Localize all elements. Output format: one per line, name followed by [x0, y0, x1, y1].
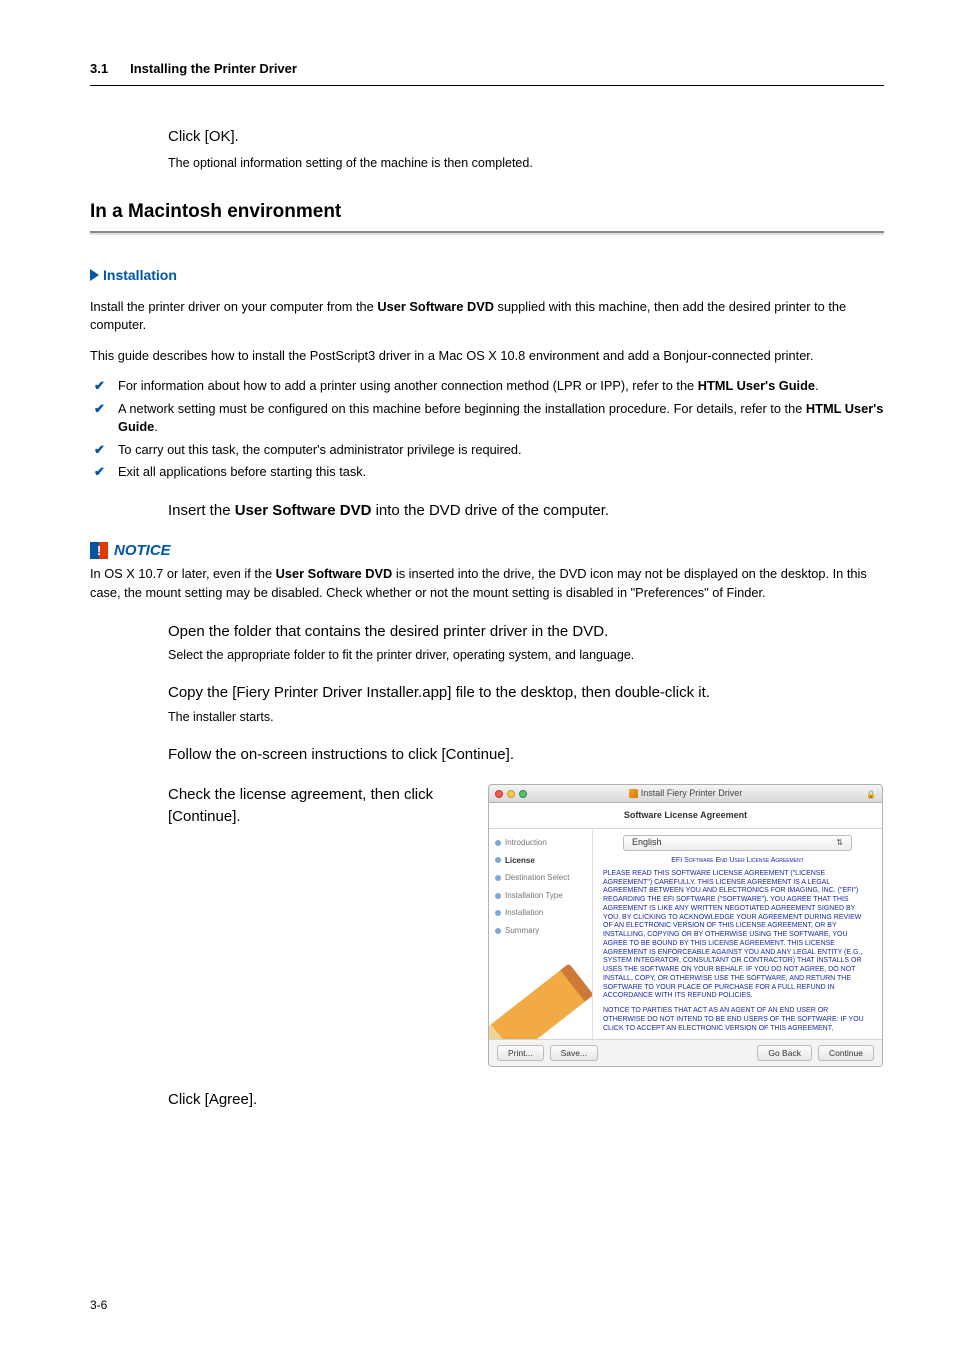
section-number: 3.1: [90, 60, 108, 79]
save-button[interactable]: Save...: [550, 1045, 598, 1061]
installer-footer: Print... Save... Go Back Continue: [489, 1039, 882, 1066]
section-title: Installing the Printer Driver: [130, 60, 297, 79]
notice-icon: !: [90, 542, 108, 559]
step-follow-instructions: Follow the on-screen instructions to cli…: [168, 744, 884, 766]
page-header: 3.1 Installing the Printer Driver: [90, 60, 884, 86]
subheading-installation: Installation: [90, 265, 884, 285]
step-open-folder-sub: Select the appropriate folder to fit the…: [168, 646, 884, 664]
continue-button[interactable]: Continue: [818, 1045, 874, 1061]
list-item: For information about how to add a print…: [90, 377, 884, 396]
sidebar-step-destination: Destination Select: [495, 872, 586, 884]
triangle-icon: [90, 269, 99, 281]
notice-heading: ! NOTICE: [90, 540, 884, 562]
step-copy-app: Copy the [Fiery Printer Driver Installer…: [168, 682, 884, 704]
installer-subtitle: Software License Agreement: [489, 803, 882, 829]
sidebar-step-summary: Summary: [495, 925, 586, 937]
section-rule: [90, 231, 884, 235]
para-install-driver: Install the printer driver on your compu…: [90, 298, 884, 335]
list-item: Exit all applications before starting th…: [90, 463, 884, 482]
pencil-graphic: [489, 964, 593, 1040]
lock-icon: 🔒: [866, 789, 876, 801]
para-guide-desc: This guide describes how to install the …: [90, 347, 884, 366]
notice-text: In OS X 10.7 or later, even if the User …: [90, 565, 884, 602]
language-select[interactable]: English ⇅: [623, 835, 852, 851]
prereq-list: For information about how to add a print…: [90, 377, 884, 482]
go-back-button[interactable]: Go Back: [757, 1045, 812, 1061]
installer-main: English ⇅ EFI Software End User License …: [593, 829, 882, 1039]
step-insert-dvd: Insert the User Software DVD into the DV…: [168, 500, 884, 522]
list-item: To carry out this task, the computer's a…: [90, 441, 884, 460]
installer-titlebar: Install Fiery Printer Driver 🔒: [489, 785, 882, 803]
license-paragraph-2: NOTICE TO PARTIES THAT ACT AS AN AGENT O…: [603, 1007, 872, 1033]
efi-license-header: EFI Software End User License Agreement: [603, 857, 872, 866]
heading-mac-env: In a Macintosh environment: [90, 198, 884, 226]
sidebar-step-license: License: [495, 855, 586, 867]
sidebar-step-introduction: Introduction: [495, 837, 586, 849]
list-item: A network setting must be configured on …: [90, 400, 884, 437]
step-copy-app-sub: The installer starts.: [168, 708, 884, 726]
step-click-ok: Click [OK].: [168, 126, 884, 148]
sidebar-step-install-type: Installation Type: [495, 890, 586, 902]
package-icon: [629, 789, 638, 798]
license-paragraph-1: PLEASE READ THIS SOFTWARE LICENSE AGREEM…: [603, 870, 872, 1001]
print-button[interactable]: Print...: [497, 1045, 544, 1061]
step-click-ok-sub: The optional information setting of the …: [168, 154, 884, 172]
step-click-agree: Click [Agree].: [168, 1089, 884, 1111]
page-number: 3-6: [90, 1297, 107, 1314]
installer-sidebar: Introduction License Destination Select …: [489, 829, 593, 1039]
step-check-license: Check the license agreement, then click …: [168, 784, 478, 828]
installer-title: Install Fiery Printer Driver: [489, 787, 882, 800]
chevron-up-down-icon: ⇅: [836, 838, 843, 848]
sidebar-step-installation: Installation: [495, 907, 586, 919]
step-open-folder: Open the folder that contains the desire…: [168, 621, 884, 643]
installer-window: Install Fiery Printer Driver 🔒 Software …: [488, 784, 883, 1067]
